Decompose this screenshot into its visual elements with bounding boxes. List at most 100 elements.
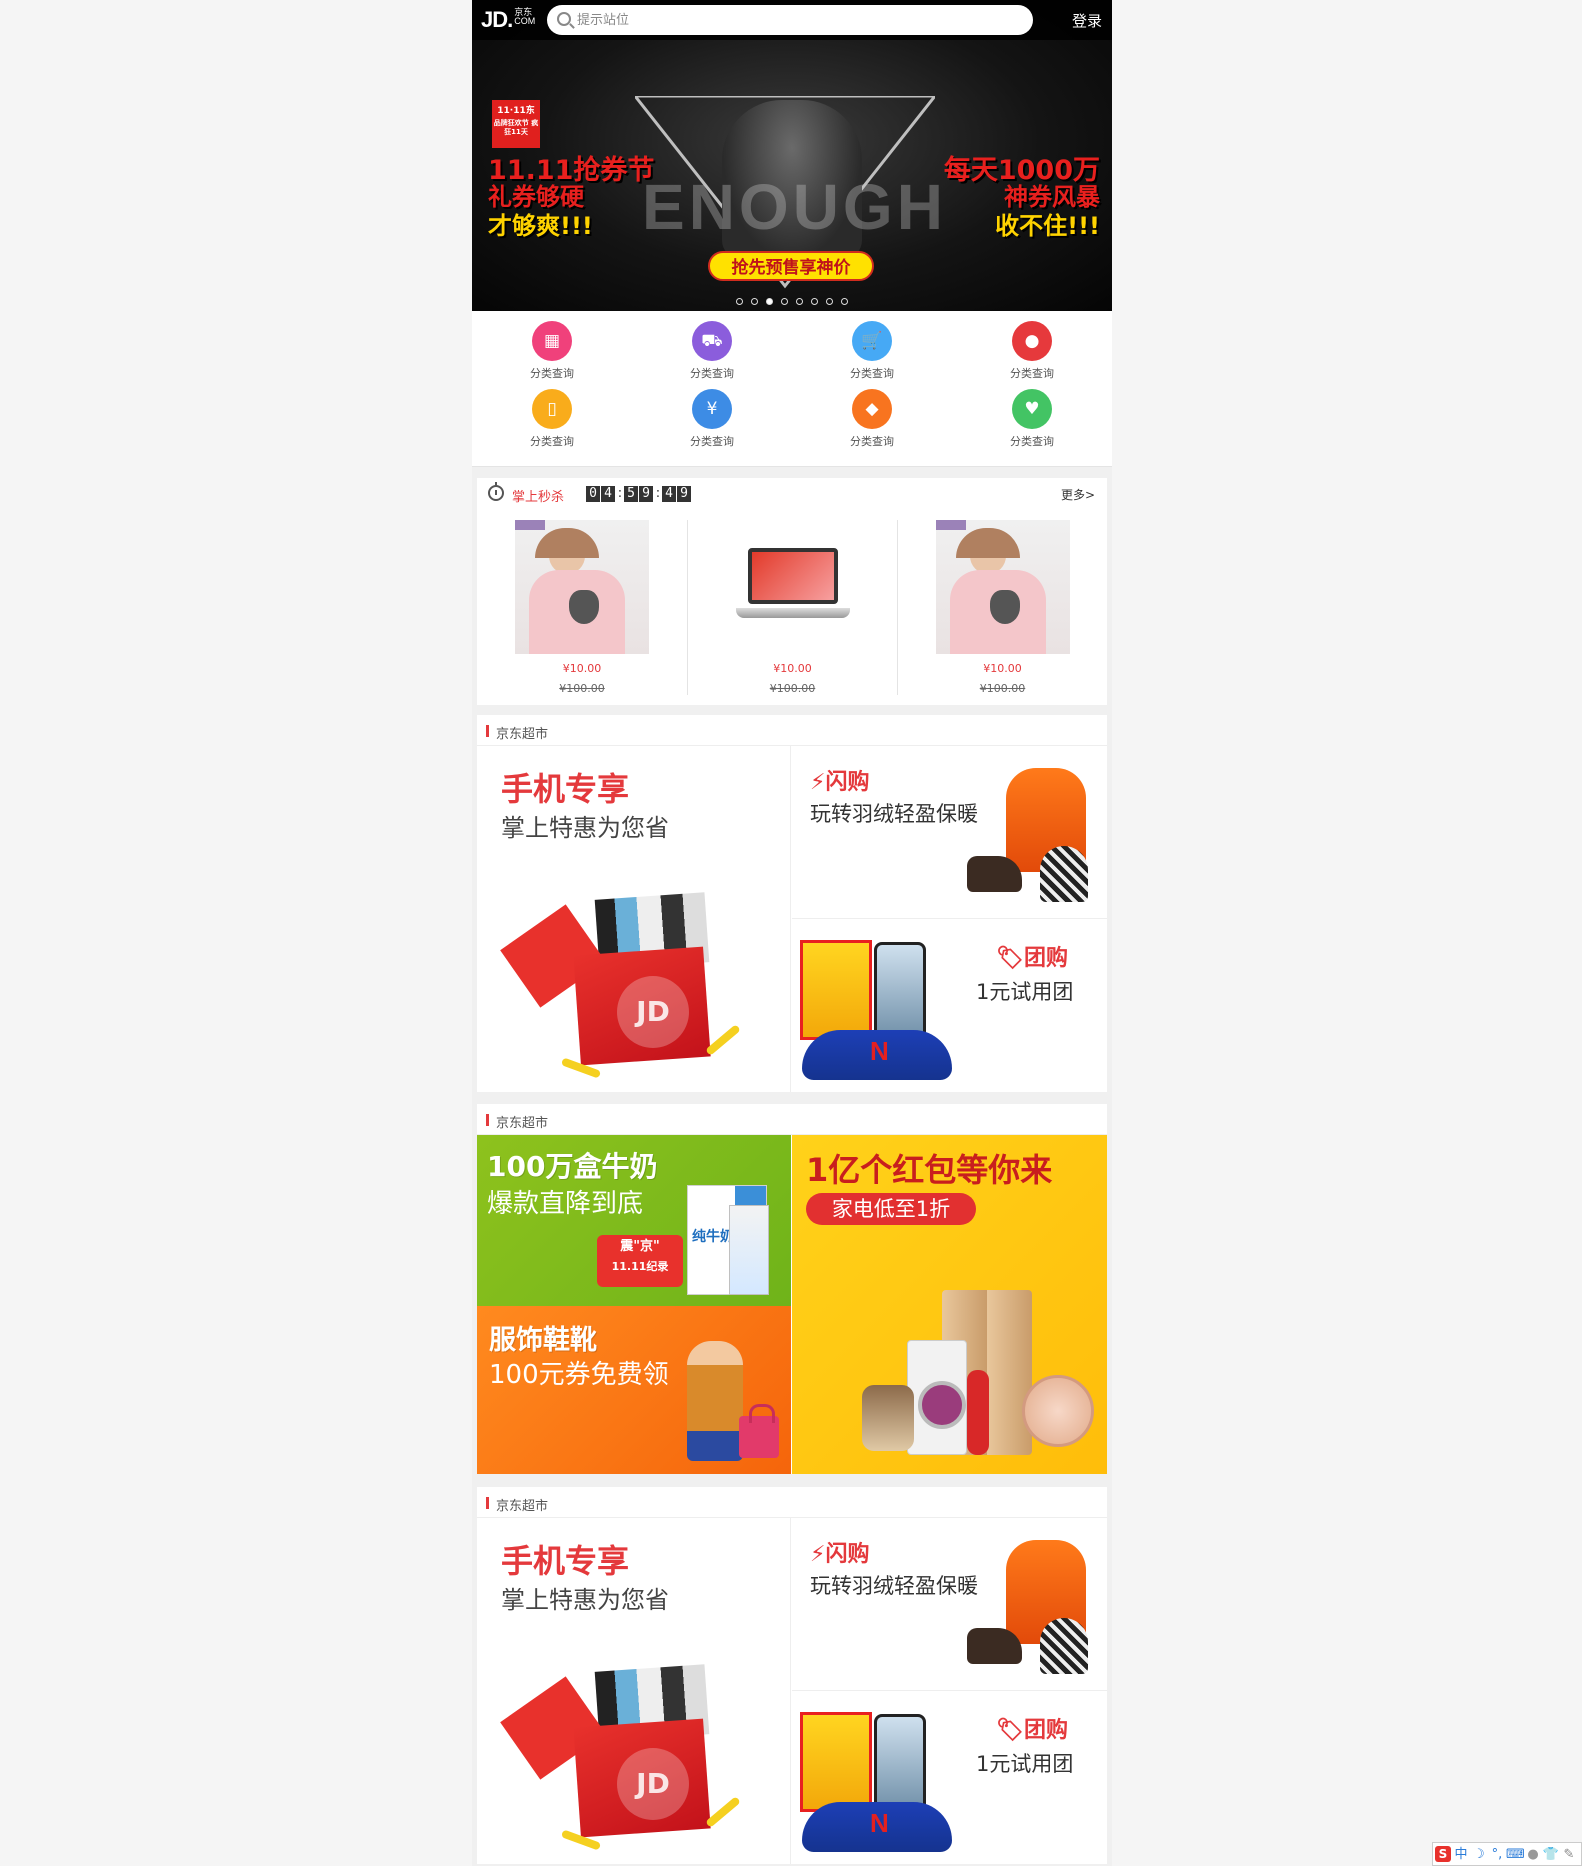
grid-icon: ▦ [532, 321, 572, 361]
banner-dot[interactable] [796, 298, 803, 305]
banner-dot[interactable] [826, 298, 833, 305]
jd-logo[interactable]: JD. 京东 COM [481, 8, 535, 32]
apparel-promo-tile[interactable]: 服饰鞋靴 100元券免费领 [477, 1306, 791, 1474]
banner-1111-badge: 11·11东 品牌狂欢节 疯狂11天 [492, 100, 540, 148]
ime-mode-toggle[interactable]: 中 [1452, 1844, 1470, 1866]
appliance-discount-pill: 家电低至1折 [806, 1193, 976, 1225]
banner-cta-button[interactable]: 抢先预售享神价 [708, 251, 874, 281]
sneaker-image [802, 1802, 952, 1852]
countdown-digit: 4 [601, 486, 615, 502]
ime-toolbar[interactable]: S 中 ☽ °, ⌨ ● 👕 ✎ [1432, 1842, 1582, 1866]
banner-dot[interactable] [781, 298, 788, 305]
nav-item-category[interactable]: ▦ 分类查询 [512, 321, 592, 381]
rice-cooker-image [862, 1385, 914, 1451]
nav-item-category[interactable]: 🛒 分类查询 [832, 321, 912, 381]
ticket-icon: ◆ [852, 389, 892, 429]
mobile-exclusive-title: 手机专享 [501, 1542, 630, 1580]
sneaker-image [802, 1030, 952, 1080]
group-buy-card[interactable]: 🏷团购 1元试用团 [792, 1692, 1107, 1864]
apparel-promo-subtitle: 100元券免费领 [489, 1360, 669, 1390]
banner-dot[interactable] [751, 298, 758, 305]
knit-hat-image [1040, 1618, 1088, 1674]
hero-banner[interactable]: ENOUGH 11·11东 品牌狂欢节 疯狂11天 11.11抢券节 礼券够硬 … [472, 0, 1112, 311]
moon-icon[interactable]: ☽ [1470, 1844, 1488, 1866]
promo-grid: 手机专享 掌上特惠为您省 JD ⚡闪购 玩转羽绒轻盈保暖 🏷团购 [477, 746, 1107, 1092]
banner-badge-title: 11·11东 [497, 106, 535, 116]
laptop-product-image [726, 520, 860, 654]
mobile-page: ENOUGH 11·11东 品牌狂欢节 疯狂11天 11.11抢券节 礼券够硬 … [472, 0, 1112, 1866]
search-input[interactable] [577, 11, 1017, 29]
flash-sale-subtitle: 玩转羽绒轻盈保暖 [810, 802, 978, 826]
seckill-countdown: 04:59:49 [586, 486, 692, 502]
search-box[interactable] [547, 5, 1033, 35]
heart-icon: ♥ [1012, 389, 1052, 429]
boots-image [967, 856, 1022, 892]
banner-dot[interactable] [841, 298, 848, 305]
skin-icon[interactable]: 👕 [1542, 1844, 1560, 1866]
seckill-product[interactable]: ¥10.00 ¥100.00 [897, 520, 1107, 695]
supermarket-section-2: 京东超市 100万盒牛奶 爆款直降到底 纯牛奶 震"京" 11.11纪录 服饰鞋靴… [477, 1104, 1107, 1474]
nav-item-category[interactable]: ▯ 分类查询 [512, 389, 592, 449]
flash-sale-card[interactable]: ⚡闪购 玩转羽绒轻盈保暖 [792, 1518, 1107, 1691]
nav-item-category[interactable]: ◆ 分类查询 [832, 389, 912, 449]
logo-text: JD. [481, 7, 513, 32]
mobile-exclusive-card[interactable]: 手机专享 掌上特惠为您省 JD [477, 1518, 791, 1864]
seckill-more-link[interactable]: 更多> [1061, 486, 1095, 503]
banner-bg-word: ENOUGH [642, 171, 947, 243]
login-link[interactable]: 登录 [1072, 10, 1102, 31]
nav-item-category[interactable]: ¥ 分类查询 [672, 389, 752, 449]
tools-icon[interactable]: ✎ [1560, 1844, 1578, 1866]
shaver-image [967, 1370, 989, 1455]
section-title: 京东超市 [496, 727, 549, 742]
user-icon[interactable]: ● [1524, 1844, 1542, 1866]
seckill-product[interactable]: ¥10.00 ¥100.00 [477, 520, 687, 695]
category-nav: ▦ 分类查询 ⛟ 分类查询 🛒 分类查询 ● 分类查询 ▯ 分类查询 ¥ 分类查询 ◆ 分类查询 ♥ 分类查询 [472, 311, 1112, 467]
countdown-digit: 9 [639, 486, 653, 502]
milk-carton-image [729, 1205, 769, 1295]
gift-jd-badge: JD [617, 1748, 689, 1820]
keyboard-icon[interactable]: ⌨ [1506, 1844, 1525, 1866]
milk-promo-subtitle: 爆款直降到底 [487, 1189, 644, 1219]
user-icon: ● [1012, 321, 1052, 361]
smartphone-image [874, 942, 926, 1042]
banner-right-line3: 收不住!!! [995, 212, 1100, 240]
red-packet-promo-tile[interactable]: 1亿个红包等你来 家电低至1折 [792, 1135, 1107, 1474]
seckill-title: 掌上秒杀 [512, 490, 565, 505]
nav-item-label: 分类查询 [1010, 435, 1054, 448]
group-buy-subtitle: 1元试用团 [976, 1752, 1074, 1776]
punctuation-icon[interactable]: °, [1488, 1844, 1506, 1866]
nav-item-label: 分类查询 [850, 367, 894, 380]
coupon-icon: ¥ [692, 389, 732, 429]
seckill-section: 掌上秒杀 04:59:49 更多> ¥10.00 ¥100.00 ¥10.00 ¥10… [477, 478, 1107, 705]
section-header: 京东超市 [477, 1487, 1107, 1518]
smartphone-image [874, 1714, 926, 1814]
banner-dot[interactable] [766, 298, 773, 305]
flash-sale-card[interactable]: ⚡闪购 玩转羽绒轻盈保暖 [792, 746, 1107, 919]
banner-dot[interactable] [811, 298, 818, 305]
milk-promo-tile[interactable]: 100万盒牛奶 爆款直降到底 纯牛奶 震"京" 11.11纪录 [477, 1135, 791, 1306]
mobile-exclusive-card[interactable]: 手机专享 掌上特惠为您省 JD [477, 746, 791, 1092]
gift-jd-badge: JD [617, 976, 689, 1048]
seckill-price: ¥10.00 [983, 662, 1022, 675]
group-buy-card[interactable]: 🏷团购 1元试用团 [792, 920, 1107, 1092]
seckill-product[interactable]: ¥10.00 ¥100.00 [687, 520, 897, 695]
logo-cn: 京东 COM [514, 7, 536, 26]
washer-image [907, 1340, 967, 1455]
search-icon [557, 12, 571, 26]
section-header: 京东超市 [477, 715, 1107, 746]
robot-vacuum-image [1022, 1375, 1094, 1447]
nav-item-category[interactable]: ⛟ 分类查询 [672, 321, 752, 381]
nav-item-category[interactable]: ♥ 分类查询 [992, 389, 1072, 449]
banner-left-line3: 才够爽!!! [488, 212, 593, 240]
ribbon-decoration [705, 1796, 741, 1828]
group-buy-tag: 🏷团购 [996, 1718, 1068, 1743]
nav-item-category[interactable]: ● 分类查询 [992, 321, 1072, 381]
banner-dot[interactable] [736, 298, 743, 305]
record-badge: 震"京" 11.11纪录 [597, 1235, 683, 1287]
kangaroo-poster-image [800, 1712, 872, 1812]
nav-item-label: 分类查询 [850, 435, 894, 448]
ime-logo-icon[interactable]: S [1435, 1846, 1451, 1862]
top-header: JD.京东COM 登录 [472, 0, 1112, 40]
countdown-digit: 4 [662, 486, 676, 502]
kangaroo-poster-image [800, 940, 872, 1040]
